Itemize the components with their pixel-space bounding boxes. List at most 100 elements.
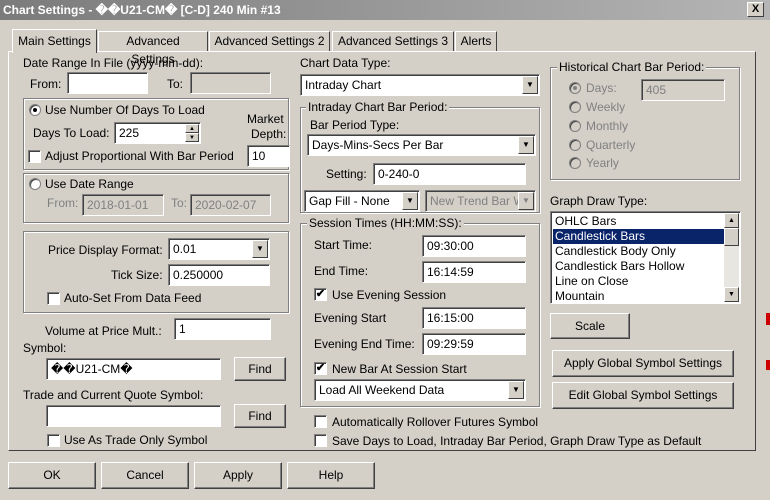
evening-start-input[interactable]: 16:15:00 (422, 307, 526, 329)
trade-only-checkbox[interactable] (47, 434, 60, 447)
monthly-option-label: Monthly (586, 119, 629, 133)
save-defaults-label: Save Days to Load, Intraday Bar Period, … (332, 434, 702, 448)
ok-button[interactable]: OK (8, 462, 96, 489)
chevron-down-icon[interactable]: ▼ (402, 192, 418, 210)
range-from-input[interactable]: 2018-01-01 (82, 194, 164, 216)
window-title: Chart Settings - ��U21-CM� [C-D] 240 Min… (3, 3, 281, 17)
yearly-radio[interactable] (569, 157, 581, 169)
price-format-select[interactable]: 0.01 ▼ (168, 238, 270, 260)
list-item-selected[interactable]: Candlestick Bars (553, 229, 725, 244)
trade-only-label: Use As Trade Only Symbol (64, 433, 208, 447)
historical-group-label: Historical Chart Bar Period: (557, 60, 707, 74)
days-radio[interactable] (569, 82, 581, 94)
quarterly-option-label: Quarterly (586, 138, 636, 152)
autoset-checkbox[interactable] (47, 292, 60, 305)
apply-button[interactable]: Apply (194, 462, 282, 489)
apply-global-symbol-settings-button[interactable]: Apply Global Symbol Settings (552, 350, 734, 377)
trade-symbol-label: Trade and Current Quote Symbol: (23, 388, 204, 402)
weekly-radio[interactable] (569, 101, 581, 113)
scroll-down-icon[interactable]: ▼ (724, 287, 739, 302)
scroll-up-icon[interactable]: ▲ (724, 213, 739, 228)
evening-end-input[interactable]: 09:29:59 (422, 333, 526, 355)
volume-mult-input[interactable]: 1 (174, 318, 271, 340)
days-to-load-spinner[interactable]: 225 ▲ ▼ (114, 122, 201, 144)
use-date-range-radio[interactable] (29, 178, 41, 190)
spin-down-icon[interactable]: ▼ (185, 133, 199, 142)
radio-dot-icon (33, 108, 37, 112)
from-label: From: (30, 77, 62, 91)
price-format-value: 0.01 (173, 242, 197, 256)
tab-advanced-settings-3[interactable]: Advanced Settings 3 (332, 31, 454, 51)
help-button[interactable]: Help (287, 462, 375, 489)
chevron-down-icon[interactable]: ▼ (518, 136, 534, 154)
price-format-label: Price Display Format: (48, 243, 163, 257)
range-to-input[interactable]: 2020-02-07 (190, 194, 271, 216)
bar-period-type-select[interactable]: Days-Mins-Secs Per Bar ▼ (307, 134, 536, 156)
spin-buttons[interactable]: ▲ ▼ (185, 124, 199, 142)
chevron-down-icon[interactable]: ▼ (522, 76, 538, 94)
list-item[interactable]: Candlestick Body Only (553, 244, 725, 259)
quarterly-radio[interactable] (569, 139, 581, 151)
tab-main-settings[interactable]: Main Settings (12, 29, 97, 53)
gap-fill-value: Gap Fill - None (309, 194, 390, 208)
new-bar-checkbox[interactable]: ✔ (314, 362, 327, 375)
find-trade-symbol-button[interactable]: Find (234, 404, 286, 428)
listbox-scrollbar[interactable]: ▲ ▼ (724, 213, 739, 302)
title-bar: Chart Settings - ��U21-CM� [C-D] 240 Min… (0, 0, 770, 20)
gap-fill-select[interactable]: Gap Fill - None ▼ (304, 190, 420, 212)
chevron-down-icon[interactable]: ▼ (518, 192, 534, 210)
use-days-radio[interactable] (29, 104, 41, 116)
background-window-edge (766, 313, 770, 325)
new-trend-select[interactable]: New Trend Bar W ▼ (425, 190, 536, 212)
scale-button[interactable]: Scale (550, 313, 630, 339)
chart-data-type-select[interactable]: Intraday Chart ▼ (300, 74, 540, 96)
chevron-down-icon[interactable]: ▼ (252, 240, 268, 258)
use-evening-checkbox[interactable]: ✔ (314, 288, 327, 301)
setting-input[interactable]: 0-240-0 (373, 163, 526, 185)
list-item[interactable]: Mountain (553, 289, 725, 303)
auto-rollover-checkbox[interactable] (314, 415, 327, 428)
end-time-input[interactable]: 16:14:59 (422, 261, 526, 283)
radio-dot-icon (573, 86, 577, 90)
setting-label: Setting: (326, 167, 367, 181)
scroll-thumb[interactable] (724, 228, 739, 246)
tick-size-input[interactable]: 0.250000 (168, 264, 270, 286)
tab-advanced-settings[interactable]: Advanced Settings (98, 31, 208, 66)
market-depth-label-1: Market (247, 112, 284, 126)
adjust-proportional-checkbox[interactable] (28, 150, 41, 163)
from-date-input[interactable] (67, 72, 148, 94)
tab-alerts[interactable]: Alerts (455, 31, 497, 51)
start-time-input[interactable]: 09:30:00 (422, 235, 526, 257)
to-date-input[interactable] (190, 72, 271, 94)
chart-data-type-label: Chart Data Type: (300, 56, 391, 70)
bar-period-type-value: Days-Mins-Secs Per Bar (312, 138, 444, 152)
auto-rollover-label: Automatically Rollover Futures Symbol (332, 415, 539, 429)
range-to-label: To: (171, 196, 188, 210)
spin-up-icon[interactable]: ▲ (185, 124, 199, 133)
list-item[interactable]: OHLC Bars (553, 214, 725, 229)
bar-period-type-label: Bar Period Type: (310, 118, 400, 132)
adjust-proportional-label: Adjust Proportional With Bar Period (45, 149, 234, 163)
weekend-data-select[interactable]: Load All Weekend Data ▼ (314, 379, 526, 401)
cancel-button[interactable]: Cancel (101, 462, 189, 489)
days-option-label: Days: (586, 81, 617, 95)
close-button[interactable]: X (747, 2, 764, 17)
market-depth-input[interactable]: 10 (247, 145, 290, 167)
chart-data-type-value: Intraday Chart (305, 78, 382, 92)
list-item[interactable]: Candlestick Bars Hollow (553, 259, 725, 274)
intraday-group-label: Intraday Chart Bar Period: (306, 100, 450, 114)
tick-size-label: Tick Size: (111, 268, 163, 282)
save-defaults-checkbox[interactable] (314, 434, 327, 447)
monthly-radio[interactable] (569, 120, 581, 132)
edit-global-symbol-settings-button[interactable]: Edit Global Symbol Settings (552, 382, 734, 409)
chevron-down-icon[interactable]: ▼ (508, 381, 524, 399)
trade-symbol-input[interactable] (46, 405, 221, 427)
list-item[interactable]: Line on Close (553, 274, 725, 289)
tab-advanced-settings-2[interactable]: Advanced Settings 2 (209, 31, 330, 51)
yearly-option-label: Yearly (586, 156, 619, 170)
find-symbol-button[interactable]: Find (234, 357, 286, 381)
graph-draw-listbox[interactable]: OHLC Bars Candlestick Bars Candlestick B… (550, 211, 741, 304)
start-time-label: Start Time: (314, 238, 373, 252)
symbol-input[interactable]: ��U21-CM� (46, 358, 221, 380)
days-input[interactable]: 405 (641, 79, 725, 101)
